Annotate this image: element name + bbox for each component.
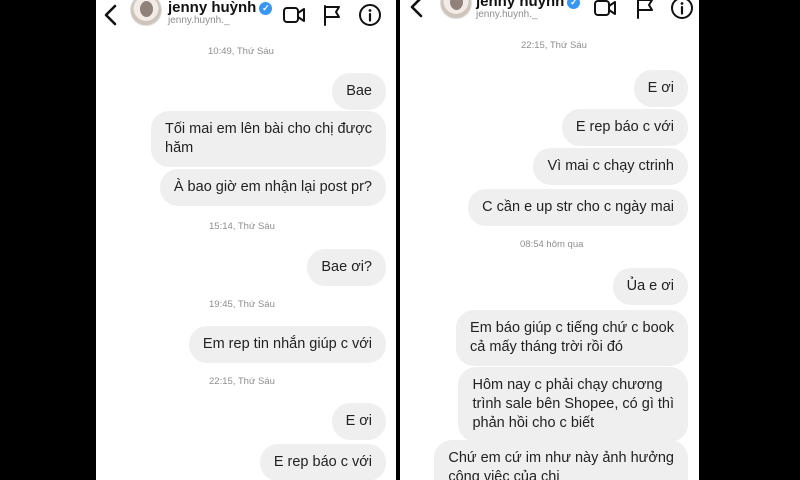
message-bubble[interactable]: E rep báo c với [561,109,688,146]
message-line: Tối mai em lên bài cho chị được [165,121,372,137]
info-icon[interactable] [358,3,382,27]
flag-icon[interactable] [320,3,344,27]
video-call-icon[interactable] [593,0,617,20]
message-bubble[interactable]: À bao giờ em nhận lại post pr? [159,169,386,206]
contact-name-row[interactable]: jenny huỳnh ✓ [168,0,273,16]
message-line: cả mấy tháng trời rồi đó [470,339,623,355]
message-bubble[interactable]: Em báo giúp c tiếng chứ c book cả mấy th… [456,310,688,366]
message-line: hăm [165,140,194,156]
chat-header: jenny huỳnh ✓ jenny.huynh._ [400,0,699,36]
info-icon[interactable] [670,0,694,20]
message-line: phản hồi cho c biết [472,415,595,431]
back-icon[interactable] [102,2,120,28]
message-bubble[interactable]: E ơi [331,403,386,440]
timestamp: 08:54 hôm qua [520,239,584,250]
contact-username: jenny.huynh._ [168,15,230,26]
left-chat-screenshot: jenny huỳnh ✓ jenny.huynh._ 10:49, Thứ Sá… [96,0,396,480]
timestamp: 19:45, Thứ Sáu [209,299,275,310]
message-line: Em báo giúp c tiếng chứ c book [470,320,674,336]
avatar[interactable] [130,0,162,26]
message-bubble[interactable]: Ủa e ơi [612,268,688,305]
avatar[interactable] [440,0,472,19]
timestamp: 15:14, Thứ Sáu [209,221,275,232]
message-bubble[interactable]: E ơi [633,70,688,107]
verified-icon: ✓ [567,0,581,9]
message-bubble[interactable]: Em rep tin nhắn giúp c với [188,326,386,363]
back-icon[interactable] [408,0,426,20]
message-bubble[interactable]: Chứ em cứ im như này ảnh hưởng công việc… [434,440,688,480]
message-line: Hôm nay c phải chạy chương [472,377,663,393]
timestamp: 22:15, Thứ Sáu [521,40,587,51]
right-chat-screenshot: jenny huỳnh ✓ jenny.huynh._ 22:15, Thứ Sá… [400,0,699,480]
message-bubble[interactable]: Vì mai c chạy ctrinh [533,148,688,185]
message-bubble[interactable]: E rep báo c với [259,444,386,480]
message-bubble[interactable]: Hôm nay c phải chạy chương trình sale bê… [458,367,688,442]
chat-header: jenny huỳnh ✓ jenny.huynh._ [96,0,396,36]
message-bubble[interactable]: Bae [332,73,386,110]
message-line: Chứ em cứ im như này ảnh hưởng [448,450,674,466]
verified-icon: ✓ [259,2,273,15]
message-bubble[interactable]: C cần e up str cho c ngày mai [468,189,688,226]
message-bubble[interactable]: Tối mai em lên bài cho chị được hăm [151,111,386,167]
timestamp: 22:15, Thứ Sáu [209,376,275,387]
timestamp: 10:49, Thứ Sáu [208,46,274,57]
message-line: công việc của chị [448,469,560,480]
video-call-icon[interactable] [282,3,306,27]
message-bubble[interactable]: Bae ơi? [307,249,386,286]
flag-icon[interactable] [633,0,657,20]
contact-username: jenny.huynh._ [476,9,538,20]
message-line: trình sale bên Shopee, có gì thì [472,396,674,412]
contact-name: jenny huỳnh [168,0,257,16]
